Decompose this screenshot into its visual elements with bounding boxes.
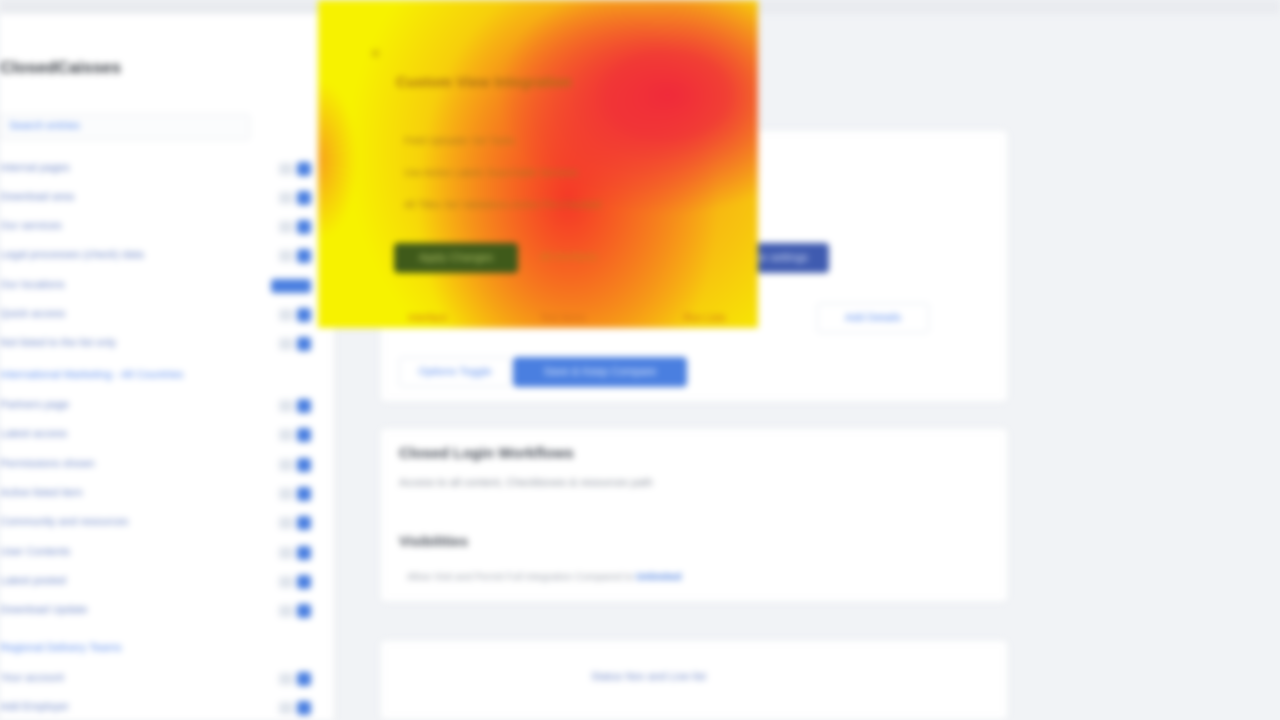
status-badge [297,458,311,472]
count-badge [279,547,293,559]
status-badge [297,701,311,715]
sidebar-item-label: Download area [0,191,74,203]
count-badge [279,605,293,617]
sidebar-item[interactable]: Quick access [0,305,315,325]
page: ClosedCaisses Search entries Internal pa… [0,0,1280,720]
status-badge [297,399,311,413]
count-badge [279,488,293,500]
sidebar-item[interactable]: Active listed item [0,484,315,504]
sidebar-section-label: Regional Delivery Teams [0,642,122,654]
sidebar-item[interactable]: Download area [0,188,315,208]
section-heading: Visibilities [399,533,468,549]
sidebar-item-label: Partners page [0,399,70,411]
count-badge [279,338,293,350]
sidebar-item[interactable]: Not listed to the list only [0,334,315,354]
status-badge [297,308,311,322]
sidebar-item[interactable]: Permissions shown [0,455,315,475]
sidebar-item-label: Legal processes (check) data [0,249,144,261]
status-badge [271,279,311,293]
status-badge [297,604,311,618]
sidebar-item[interactable]: Partners page [0,396,315,416]
count-badge [279,429,293,441]
card-title: Closed Login Workflows [399,445,574,462]
count-badge [279,517,293,529]
save-and-compare-button[interactable]: Save & Keep Compare [513,357,687,387]
heat-card-line: All Titles Set Validations Active Pre-Ch… [404,200,601,211]
description-text: Allow Visit and Permit Full Integration … [407,572,634,583]
status-badge [297,191,311,205]
tab-test-items[interactable]: Test Items [540,313,586,324]
sidebar-item[interactable]: Legal processes (check) data [0,246,315,266]
sidebar-item-label: Latest access [0,428,68,440]
sidebar-item[interactable]: User Contents [0,543,315,563]
sidebar-item-label: Download Update [0,604,88,616]
count-badge [279,702,293,714]
count-badge [279,221,293,233]
sidebar-item[interactable]: Your account [0,669,315,689]
heat-card-title: Custom View Integration [396,74,572,91]
status-badge [297,575,311,589]
status-text: Status Nov and Live list [591,671,706,683]
status-badge [297,428,311,442]
sidebar-item-label: Active listed item [0,487,83,499]
heat-card-content: ✕ Custom View Integration Field Uploader… [318,0,758,328]
status-badge [297,162,311,176]
count-badge [279,250,293,262]
sidebar-item-label: Quick access [0,308,66,320]
status-badge [297,220,311,234]
sidebar-item[interactable]: Latest posted [0,572,315,592]
count-badge [279,459,293,471]
sidebar-item[interactable]: Latest access [0,425,315,445]
status-badge [297,487,311,501]
status-badge [297,516,311,530]
heat-card-line: Use Active Labels Searchable Services [404,168,578,179]
sidebar-item[interactable]: Community and resources [0,513,315,533]
count-badge [279,576,293,588]
sidebar-item-label: Internal pages [0,162,70,174]
heat-card-line: Field Uploader Set Tasks [404,136,515,147]
count-badge [279,673,293,685]
count-badge [279,192,293,204]
sidebar-item-label: Not listed to the list only [0,337,117,349]
sidebar-item-label: Our services [0,220,62,232]
sidebar-item[interactable]: Add Employer [0,698,315,718]
close-icon[interactable]: ✕ [370,46,381,62]
sidebar-item-label: User Contents [0,546,71,558]
sidebar-item-label: Community and resources [0,516,129,528]
count-badge [279,400,293,412]
sidebar-item[interactable]: Our services [0,217,315,237]
unlimited-link[interactable]: Unlimited [636,572,682,583]
sidebar-item-label: Permissions shown [0,458,95,470]
interfaces-select[interactable]: All interfaces [540,252,597,263]
sidebar-item[interactable]: Internal pages [0,159,315,179]
status-badge [297,337,311,351]
status-badge [297,249,311,263]
status-badge [297,672,311,686]
apply-changes-button[interactable]: Apply Changes [394,243,518,273]
count-badge [279,163,293,175]
sidebar-section-label: International Marketing - All Countries [0,369,184,381]
status-badge [297,546,311,560]
card-subtitle: Access to all content, Checkboxes & reso… [399,477,653,489]
workflows-card: Closed Login Workflows Access to all con… [380,428,1008,602]
status-card: Status Nov and Live list [380,640,1008,720]
sidebar-search-input[interactable]: Search entries [0,114,250,140]
options-toggle-button[interactable]: Options Toggle [399,357,511,387]
add-details-button[interactable]: Add Details [817,303,929,333]
tab-interface[interactable]: Interface [408,313,447,324]
count-badge [279,309,293,321]
sidebar-item[interactable]: Our locations [0,276,315,296]
sidebar-item-label: Add Employer [0,701,70,713]
section-description: Allow Visit and Permit Full Integration … [407,572,681,583]
tab-run-lists[interactable]: Run Lists [684,313,726,324]
sidebar-item-label: Latest posted [0,575,67,587]
sidebar-item[interactable]: Download Update [0,601,315,621]
heatmap-overlay: ✕ Custom View Integration Field Uploader… [318,0,758,328]
sidebar: ClosedCaisses Search entries Internal pa… [0,14,335,720]
sidebar-item-label: Our locations [0,279,65,291]
sidebar-title: ClosedCaisses [0,58,121,77]
sidebar-item-label: Your account [0,672,64,684]
